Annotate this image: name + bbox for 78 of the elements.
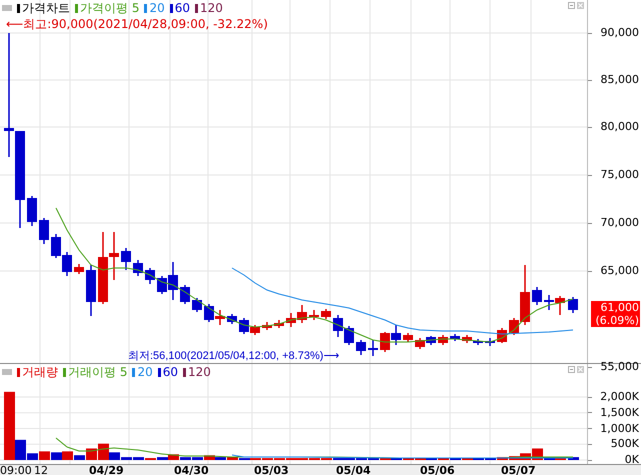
- candle: [62, 252, 72, 276]
- time-axis-label: 04/30: [174, 465, 209, 475]
- candle: [133, 260, 143, 276]
- candle: [227, 314, 237, 324]
- volume-axis-label: 500K: [610, 438, 640, 450]
- price-axis-label: 65,000: [600, 264, 640, 278]
- candle: [485, 338, 495, 346]
- candle: [321, 309, 331, 319]
- candle: [286, 313, 296, 327]
- volume-axis-label: 0K: [624, 454, 640, 466]
- candle: [204, 304, 214, 322]
- candle: [356, 340, 366, 355]
- candle: [274, 320, 284, 328]
- candle: [426, 336, 436, 345]
- panel-menu-icon[interactable]: [2, 369, 12, 375]
- candle: [297, 305, 307, 323]
- legend-label: 거래량: [22, 365, 58, 379]
- legend-label: 60: [162, 365, 178, 379]
- legend-label: 60: [174, 1, 190, 15]
- price-axis-label: 80,000: [600, 120, 640, 134]
- candle: [532, 287, 542, 305]
- high-price-note: ⟵최고:90,000(2021/04/28,09:00, -32.22%): [6, 17, 268, 31]
- time-axis-label: 05/03: [254, 465, 289, 475]
- candle: [180, 285, 190, 304]
- candle: [39, 218, 49, 244]
- candle: [145, 268, 155, 284]
- price-axis-label: 85,000: [600, 73, 640, 87]
- candle: [86, 265, 96, 316]
- candle: [544, 295, 554, 310]
- legend-label: 가격이평 5: [80, 1, 140, 15]
- candle: [380, 332, 390, 352]
- volume-bar: [568, 457, 579, 460]
- candle: [555, 296, 565, 315]
- candle: [403, 333, 413, 342]
- candle: [121, 248, 131, 270]
- price-change: (6.09%): [595, 314, 639, 327]
- candle: [215, 310, 225, 325]
- candle: [309, 310, 319, 320]
- volume-axis-label: 1,500K: [600, 406, 640, 419]
- legend-label: 120: [200, 1, 223, 15]
- close-icon[interactable]: [577, 2, 584, 9]
- candle: [391, 325, 401, 345]
- time-axis-label: 09:00: [0, 465, 32, 475]
- candle: [262, 322, 272, 330]
- legend-label: 120: [188, 365, 211, 379]
- candle: [192, 298, 202, 312]
- price-axis-label: 70,000: [600, 216, 640, 230]
- volume-axis-label: 1,000K: [600, 422, 640, 434]
- legend-label: 20: [137, 365, 153, 379]
- candle: [438, 335, 448, 345]
- candle: [51, 234, 61, 258]
- candle: [368, 340, 378, 356]
- volume-axis-label: 2,000K: [600, 391, 640, 403]
- time-axis-label: 12: [34, 465, 48, 475]
- current-price: 61,000: [600, 301, 639, 314]
- time-axis-label: 05/06: [420, 465, 455, 475]
- time-axis-label: 05/07: [501, 465, 536, 475]
- candle: [450, 334, 460, 341]
- candle: [27, 196, 37, 226]
- low-price-note: 최저:56,100(2021/05/04,12:00, +8.73%)⟶: [128, 350, 340, 362]
- price-axis-label: 75,000: [600, 168, 640, 182]
- panel-menu-icon[interactable]: [2, 5, 12, 11]
- minimize-icon[interactable]: [568, 366, 575, 373]
- price-axis-label: 90,000: [600, 26, 640, 40]
- close-icon[interactable]: [577, 366, 584, 373]
- time-axis-label: 05/04: [336, 465, 371, 475]
- candle: [415, 338, 425, 349]
- time-axis-label: 04/29: [89, 465, 124, 475]
- legend-label: 가격차트: [22, 1, 70, 15]
- price-axis-label: 55,000: [600, 360, 640, 374]
- legend-label: 거래이평 5: [68, 365, 128, 379]
- candle: [568, 297, 578, 313]
- volume-bar: [39, 451, 50, 460]
- minimize-icon[interactable]: [568, 2, 575, 9]
- candle: [333, 315, 343, 337]
- candle: [74, 264, 84, 274]
- candle: [344, 326, 354, 345]
- legend-label: 20: [149, 1, 165, 15]
